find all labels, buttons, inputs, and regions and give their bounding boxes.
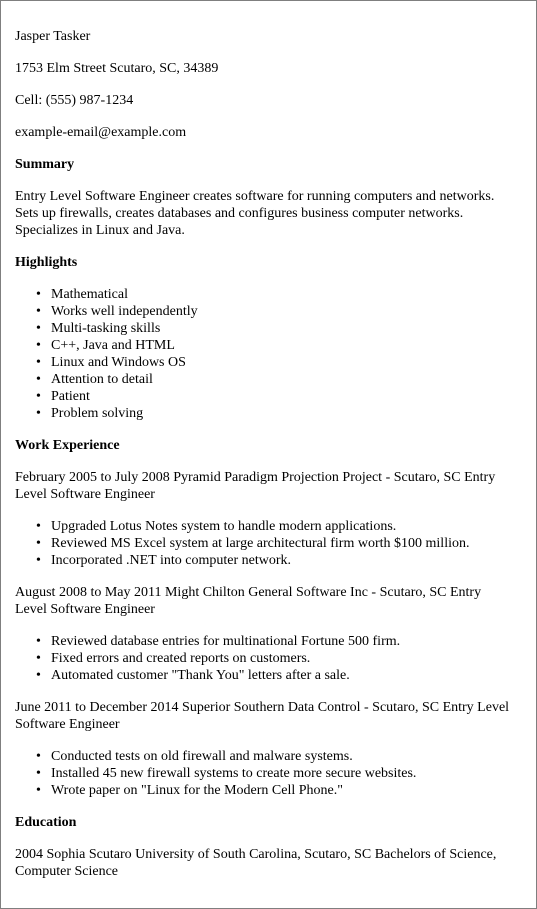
job-entry: August 2008 to May 2011 Might Chilton Ge… — [15, 584, 521, 684]
job-bullet: Installed 45 new firewall systems to cre… — [36, 765, 521, 782]
highlight-item: C++, Java and HTML — [36, 337, 521, 354]
summary-line: Specializes in Linux and Java. — [15, 223, 185, 238]
work-experience-heading: Work Experience — [15, 438, 120, 453]
resume-page: Jasper Tasker 1753 Elm Street Scutaro, S… — [0, 0, 537, 909]
highlight-item: Works well independently — [36, 303, 521, 320]
job-header-line: February 2005 to July 2008 Pyramid Parad… — [15, 470, 496, 485]
job-bullet: Wrote paper on "Linux for the Modern Cel… — [36, 782, 521, 799]
summary-text: Entry Level Software Engineer creates so… — [15, 188, 521, 239]
job-bullet: Incorporated .NET into computer network. — [36, 552, 521, 569]
job-header: August 2008 to May 2011 Might Chilton Ge… — [15, 584, 521, 618]
highlight-item: Patient — [36, 388, 521, 405]
job-bullets: Upgraded Lotus Notes system to handle mo… — [15, 518, 521, 569]
job-bullets: Conducted tests on old firewall and malw… — [15, 748, 521, 799]
education-section: Education 2004 Sophia Scutaro University… — [15, 814, 521, 880]
highlights-list: Mathematical Works well independently Mu… — [15, 286, 521, 422]
highlight-item: Attention to detail — [36, 371, 521, 388]
highlight-item: Linux and Windows OS — [36, 354, 521, 371]
education-text: 2004 Sophia Scutaro University of South … — [15, 846, 521, 880]
summary-heading: Summary — [15, 157, 75, 172]
job-entry: February 2005 to July 2008 Pyramid Parad… — [15, 469, 521, 569]
highlights-heading: Highlights — [15, 255, 78, 270]
job-bullet: Reviewed MS Excel system at large archit… — [36, 535, 521, 552]
job-bullet: Fixed errors and created reports on cust… — [36, 650, 521, 667]
job-bullet: Reviewed database entries for multinatio… — [36, 633, 521, 650]
highlight-item: Problem solving — [36, 405, 521, 422]
highlight-item: Mathematical — [36, 286, 521, 303]
job-header-line: Level Software Engineer — [15, 487, 155, 502]
work-experience-section: Work Experience February 2005 to July 20… — [15, 437, 521, 799]
job-header-line: August 2008 to May 2011 Might Chilton Ge… — [15, 585, 482, 600]
education-line: Computer Science — [15, 864, 119, 879]
job-header-line: Level Software Engineer — [15, 602, 155, 617]
job-header: June 2011 to December 2014 Superior Sout… — [15, 699, 521, 733]
job-header: February 2005 to July 2008 Pyramid Parad… — [15, 469, 521, 503]
job-bullet: Automated customer "Thank You" letters a… — [36, 667, 521, 684]
job-header-line: Software Engineer — [15, 717, 120, 732]
summary-line: Sets up firewalls, creates databases and… — [15, 206, 464, 221]
summary-section: Summary Entry Level Software Engineer cr… — [15, 156, 521, 239]
contact-email: example-email@example.com — [15, 125, 187, 140]
job-bullet: Conducted tests on old firewall and malw… — [36, 748, 521, 765]
highlights-section: Highlights Mathematical Works well indep… — [15, 254, 521, 422]
contact-block: Jasper Tasker 1753 Elm Street Scutaro, S… — [15, 28, 521, 141]
contact-address: 1753 Elm Street Scutaro, SC, 34389 — [15, 61, 219, 76]
job-entry: June 2011 to December 2014 Superior Sout… — [15, 699, 521, 799]
job-header-line: June 2011 to December 2014 Superior Sout… — [15, 700, 510, 715]
summary-line: Entry Level Software Engineer creates so… — [15, 189, 495, 204]
contact-phone: Cell: (555) 987-1234 — [15, 93, 134, 108]
highlight-item: Multi-tasking skills — [36, 320, 521, 337]
job-bullet: Upgraded Lotus Notes system to handle mo… — [36, 518, 521, 535]
contact-name: Jasper Tasker — [15, 29, 91, 44]
education-line: 2004 Sophia Scutaro University of South … — [15, 847, 497, 862]
education-heading: Education — [15, 815, 77, 830]
job-bullets: Reviewed database entries for multinatio… — [15, 633, 521, 684]
